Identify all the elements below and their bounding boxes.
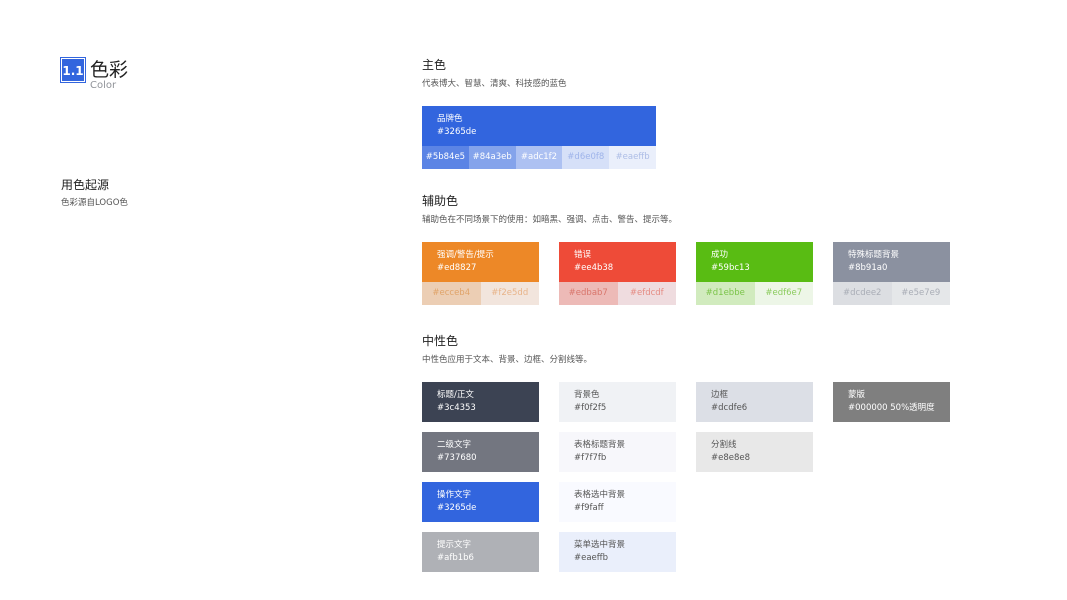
neutral-color-swatch: 表格标题背景 #f7f7fb <box>559 432 676 472</box>
swatch-name: 表格标题背景 <box>574 440 626 450</box>
tint-swatch: #d6e0f8 <box>562 146 610 169</box>
primary-title: 主色 <box>422 58 447 72</box>
auxiliary-color-swatch: 特殊标题背景 #8b91a0 <box>833 242 950 282</box>
tint-swatch: #84a3eb <box>468 146 516 169</box>
swatch-name: 品牌色 <box>437 114 463 124</box>
swatch-name: 二级文字 <box>437 440 472 450</box>
neutral-color-swatch: 表格选中背景 #f9faff <box>559 482 676 522</box>
swatch-hex: #000000 50%透明度 <box>848 403 935 413</box>
swatch-hex: #f9faff <box>574 503 604 513</box>
swatch-name: 特殊标题背景 <box>848 250 900 260</box>
swatch-name: 蒙版 <box>848 390 866 400</box>
neutral-color-swatch: 标题/正文 #3c4353 <box>422 382 539 422</box>
brand-color-swatch: 品牌色 #3265de <box>422 106 656 146</box>
swatch-name: 操作文字 <box>437 490 472 500</box>
swatch-name: 强调/警告/提示 <box>437 250 494 260</box>
swatch-name: 分割线 <box>711 440 737 450</box>
swatch-name: 边框 <box>711 390 729 400</box>
neutral-title: 中性色 <box>422 334 459 348</box>
auxiliary-color-swatch: 强调/警告/提示 #ed8827 <box>422 242 539 282</box>
tint-swatch: #d1ebbe <box>696 282 755 305</box>
section-subtitle: Color <box>90 80 117 91</box>
swatch-hex: #afb1b6 <box>437 553 474 563</box>
neutral-color-swatch: 背景色 #f0f2f5 <box>559 382 676 422</box>
neutral-color-swatch: 操作文字 #3265de <box>422 482 539 522</box>
neutral-color-swatch: 菜单选中背景 #eaeffb <box>559 532 676 572</box>
tint-swatch: #ecceb4 <box>422 282 481 305</box>
tint-swatch: #5b84e5 <box>422 146 469 169</box>
swatch-name: 表格选中背景 <box>574 490 626 500</box>
tint-swatch: #edf6e7 <box>754 282 813 305</box>
tint-swatch: #edbab7 <box>559 282 618 305</box>
swatch-hex: #eaeffb <box>574 553 609 563</box>
swatch-hex: #e8e8e8 <box>711 453 751 463</box>
neutral-color-swatch: 分割线 #e8e8e8 <box>696 432 813 472</box>
tint-swatch: #dcdee2 <box>833 282 892 305</box>
auxiliary-description: 辅助色在不同场景下的使用：如暗黑、强调、点击、警告、提示等。 <box>422 215 678 225</box>
section-title: 色彩 <box>90 59 129 81</box>
swatch-hex: #59bc13 <box>711 263 750 273</box>
section-number-badge: 1.1 <box>60 57 86 83</box>
swatch-hex: #3c4353 <box>437 403 476 413</box>
auxiliary-title: 辅助色 <box>422 194 459 208</box>
swatch-hex: #f0f2f5 <box>574 403 607 413</box>
swatch-name: 标题/正文 <box>437 390 474 400</box>
tint-swatch: #e5e7e9 <box>891 282 950 305</box>
neutral-color-swatch: 蒙版 #000000 50%透明度 <box>833 382 950 422</box>
swatch-name: 提示文字 <box>437 540 472 550</box>
tint-swatch: #eaeffb <box>609 146 656 169</box>
tint-swatch: #adc1f2 <box>515 146 563 169</box>
neutral-color-swatch: 提示文字 #afb1b6 <box>422 532 539 572</box>
swatch-hex: #ee4b38 <box>574 263 614 273</box>
origin-description: 色彩源自LOGO色 <box>61 198 128 208</box>
swatch-hex: #3265de <box>437 127 477 137</box>
tint-swatch: #efdcdf <box>617 282 676 305</box>
neutral-color-swatch: 边框 #dcdfe6 <box>696 382 813 422</box>
swatch-hex: #8b91a0 <box>848 263 888 273</box>
auxiliary-color-swatch: 错误 #ee4b38 <box>559 242 676 282</box>
auxiliary-color-swatch: 成功 #59bc13 <box>696 242 813 282</box>
swatch-name: 菜单选中背景 <box>574 540 626 550</box>
swatch-name: 背景色 <box>574 390 600 400</box>
neutral-color-swatch: 二级文字 #737680 <box>422 432 539 472</box>
swatch-hex: #dcdfe6 <box>711 403 748 413</box>
primary-description: 代表博大、智慧、清爽、科技感的蓝色 <box>422 79 567 89</box>
swatch-hex: #3265de <box>437 503 477 513</box>
origin-title: 用色起源 <box>61 178 110 192</box>
swatch-name: 成功 <box>711 250 729 260</box>
swatch-hex: #ed8827 <box>437 263 477 273</box>
swatch-name: 错误 <box>574 250 592 260</box>
swatch-hex: #f7f7fb <box>574 453 607 463</box>
swatch-hex: #737680 <box>437 453 477 463</box>
tint-swatch: #f2e5dd <box>480 282 539 305</box>
neutral-description: 中性色应用于文本、背景、边框、分割线等。 <box>422 355 593 365</box>
